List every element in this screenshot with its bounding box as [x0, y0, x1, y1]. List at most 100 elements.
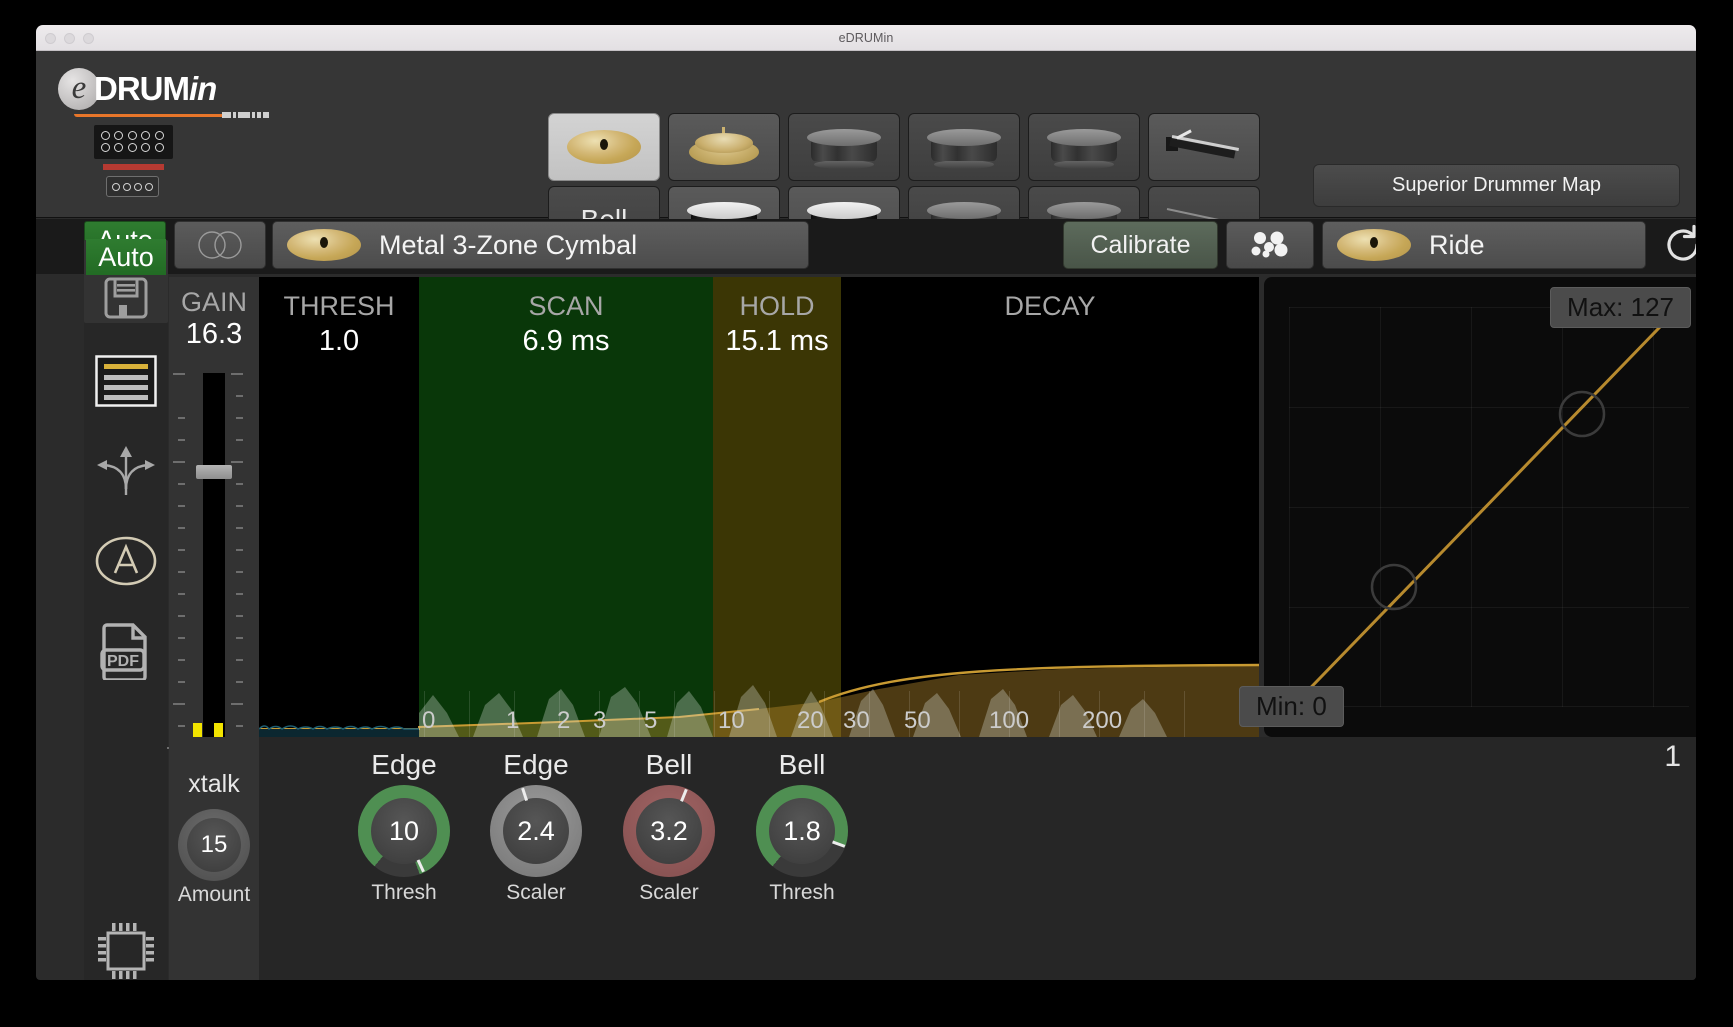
gain-fader-panel[interactable]: GAIN 16.3 [167, 277, 259, 777]
tick-100: 100 [989, 707, 1030, 734]
logo-dash-3 [238, 112, 250, 118]
list-lines-icon [95, 355, 157, 407]
port-hole [127, 143, 137, 152]
tick-1: 1 [506, 707, 520, 734]
port-hole [114, 131, 124, 140]
trigger-envelope-graph[interactable]: THRESH 1.0 SCAN 6.9 ms HOLD 15.1 ms DECA… [167, 277, 1259, 777]
pdf-manual-button[interactable]: PDF [84, 612, 168, 690]
gain-label: GAIN [180, 287, 247, 317]
bell-thresh-caption: Thresh [769, 881, 835, 904]
aux-inputs-graphic [106, 176, 159, 197]
aux-port-hole [123, 182, 132, 191]
left-rail: Auto PDF [84, 239, 168, 980]
ride-cymbal-icon [287, 229, 361, 261]
logo-underline [74, 111, 288, 121]
velocity-curve-line[interactable] [1264, 277, 1696, 737]
pad-button-hihat-pedal[interactable] [1148, 113, 1260, 181]
xtalk-value: 15 [187, 818, 241, 872]
logo-dash-dots [222, 112, 269, 118]
firmware-button[interactable] [84, 912, 168, 980]
header: e DRUMin Superior Drummer Map [36, 51, 1696, 254]
pad-button-tom-2[interactable] [908, 113, 1020, 181]
gain-fader-track[interactable] [203, 373, 225, 773]
three-arrows-icon [97, 446, 155, 495]
tom-icon [927, 127, 1001, 169]
ride-cymbal-icon [567, 130, 641, 164]
bell-thresh-knob[interactable]: 1.8 [756, 785, 848, 877]
aux-port-hole [133, 182, 142, 191]
tick-3: 3 [593, 707, 607, 734]
xtalk-panel[interactable]: xtalk 15 Amount [169, 737, 259, 980]
xtalk-title: xtalk [188, 770, 240, 798]
bell-thresh-value: 1.8 [769, 798, 835, 864]
preset-name-label: Metal 3-Zone Cymbal [379, 229, 638, 260]
preset-selector[interactable]: Metal 3-Zone Cymbal [272, 221, 809, 269]
pad-button-tom-1[interactable] [788, 113, 900, 181]
bell-thresh-label: Bell [778, 749, 826, 780]
rail-auto-label: Auto [86, 239, 166, 275]
pad-button-tom-3[interactable] [1028, 113, 1140, 181]
close-button[interactable] [45, 32, 56, 44]
title-bar: eDRUMin [36, 25, 1696, 51]
chip-icon [98, 923, 154, 979]
tick-0: 0 [422, 707, 436, 734]
link-zones-button[interactable] [174, 221, 266, 269]
bell-scaler-knob[interactable]: 3.2 [623, 785, 715, 877]
list-view-button[interactable] [84, 342, 168, 420]
zone-selector[interactable]: Ride [1322, 221, 1646, 269]
velocity-min-badge[interactable]: Min: 0 [1239, 686, 1344, 727]
logo-dash-1 [222, 112, 231, 118]
edge-scaler-knob[interactable]: 2.4 [490, 785, 582, 877]
rail-auto-save-group[interactable]: Auto [84, 239, 168, 323]
xtalk-amount-knob[interactable]: 15 [178, 809, 250, 881]
tick-2: 2 [557, 707, 571, 734]
logo-dash-5 [257, 112, 261, 118]
hihat-cymbal-icon [689, 127, 759, 167]
pad-button-ride-cymbal[interactable] [548, 113, 660, 181]
trs-inputs-graphic [94, 125, 173, 159]
calibrate-button[interactable]: Calibrate [1063, 221, 1218, 269]
time-axis: 0 1 2 3 5 10 20 30 50 100 200 [169, 691, 1259, 737]
curve-handle-high [1558, 390, 1606, 438]
pdf-icon: PDF [100, 623, 147, 680]
zone-layout-button[interactable] [1226, 221, 1314, 269]
xtalk-caption: Amount [177, 883, 251, 906]
zone-name-label: Ride [1429, 229, 1485, 260]
superior-drummer-map-button[interactable]: Superior Drummer Map [1313, 164, 1680, 207]
port-hole [141, 131, 151, 140]
velocity-max-badge[interactable]: Max: 127 [1550, 287, 1691, 328]
port-hole [114, 143, 124, 152]
velocity-curve-panel[interactable]: Max: 127 Min: 0 [1239, 277, 1696, 737]
window-controls[interactable] [45, 25, 94, 51]
reset-button[interactable] [1654, 221, 1696, 269]
toolbar: Auto Metal 3-Zone Cymbal Calibrate [36, 219, 1696, 274]
gain-fader-handle[interactable] [196, 465, 232, 479]
knob-strip: 1 Edge 10 Thresh Edge 2.4 Scaler Bell 3.… [169, 737, 1696, 980]
edge-thresh-knob[interactable]: 10 [358, 785, 450, 877]
bell-thresh-control[interactable]: Bell 1.8 Thresh [722, 749, 882, 905]
tick-20: 20 [797, 707, 824, 734]
edge-thresh-value: 10 [371, 798, 437, 864]
tick-200: 200 [1082, 707, 1123, 734]
pad-zones-icon [1251, 231, 1288, 258]
minimize-button[interactable] [64, 32, 75, 44]
svg-text:PDF: PDF [107, 653, 139, 670]
port-hole [154, 131, 164, 140]
hihat-pedal-icon [1166, 129, 1242, 163]
zone-index-label: 1 [1664, 740, 1681, 773]
screen: eDRUMin e DRUMin Superior Drummer Map Me… [0, 0, 1733, 1027]
edge-scaler-value: 2.4 [503, 798, 569, 864]
routing-button[interactable] [84, 432, 168, 510]
aux-port-hole [144, 182, 153, 191]
tick-10: 10 [718, 707, 745, 734]
maximize-button[interactable] [83, 32, 94, 44]
refresh-icon [1667, 224, 1696, 261]
fader-ticks-right [225, 373, 243, 773]
pad-button-hihat-cymbal[interactable] [668, 113, 780, 181]
bell-scaler-value: 3.2 [636, 798, 702, 864]
advanced-button[interactable] [84, 522, 168, 600]
logo-in-text: in [188, 70, 217, 107]
tom-icon [1047, 127, 1121, 169]
aux-port-hole [112, 182, 121, 191]
save-preset-button[interactable] [84, 274, 168, 322]
